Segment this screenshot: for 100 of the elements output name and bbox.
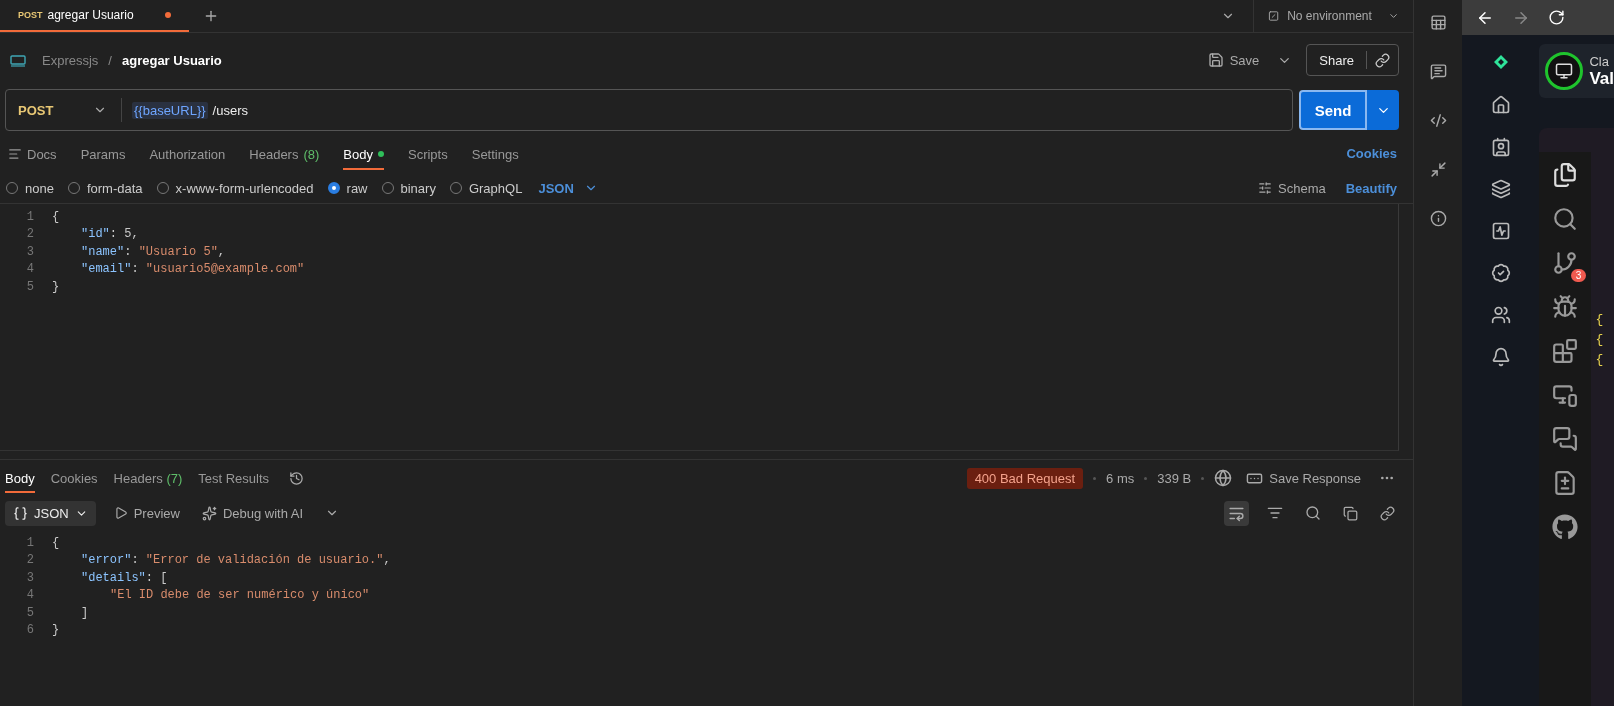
reload-icon[interactable]	[1548, 9, 1565, 26]
line-number: 3	[25, 570, 35, 585]
save-icon	[1207, 52, 1224, 68]
send-options-button[interactable]	[1367, 90, 1400, 130]
status-badge: 400 Bad Request	[966, 467, 1084, 489]
body-type-radio[interactable]: GraphQL	[449, 180, 523, 196]
line-number: 3	[25, 244, 35, 259]
schema-button[interactable]: Schema	[1254, 176, 1330, 200]
count-badge: 3	[1570, 269, 1587, 282]
request-section-tab[interactable]: Settings	[471, 136, 519, 170]
preview-button[interactable]: Preview	[109, 501, 184, 525]
request-section-tab[interactable]: Docs	[8, 136, 57, 170]
code-line: "error": "Error de validación de usuario.",	[81, 553, 391, 568]
history-icon	[289, 470, 305, 486]
request-section-tab[interactable]: Authorization	[149, 136, 226, 170]
bell-icon[interactable]	[1490, 347, 1511, 367]
request-section-tab[interactable]: Scripts	[408, 136, 448, 170]
format-selector[interactable]: JSON	[536, 178, 600, 198]
line-number: 4	[25, 262, 35, 277]
globe-icon	[1214, 469, 1233, 487]
radio-circle[interactable]	[327, 182, 340, 194]
code-icon	[1429, 112, 1447, 129]
sliders-icon	[1258, 181, 1273, 195]
response-time: 6 ms	[1106, 470, 1135, 486]
filter-icon	[1267, 505, 1284, 521]
code-line: ]	[81, 605, 89, 620]
card-title: Cla	[1589, 53, 1610, 69]
send-button[interactable]: Send	[1299, 90, 1368, 130]
line-number: 2	[25, 227, 35, 242]
code-line: "El ID debe de ser numérico y único"	[110, 588, 370, 603]
line-number: 5	[25, 279, 35, 294]
method-selector[interactable]: POST	[6, 98, 122, 122]
search-icon[interactable]	[1552, 206, 1579, 232]
users-icon[interactable]	[1490, 305, 1511, 325]
save-response-button[interactable]: Save Response	[1242, 465, 1366, 491]
line-number: 2	[25, 553, 35, 568]
remote-icon[interactable]	[1552, 382, 1579, 408]
line-number: 1	[25, 535, 35, 550]
layers-icon[interactable]	[1490, 179, 1511, 199]
chart-icon[interactable]	[1490, 221, 1511, 241]
body-type-radio[interactable]: binary	[381, 180, 436, 196]
body-type-radio[interactable]: x-www-form-urlencoded	[156, 180, 314, 196]
sparkles-icon	[201, 505, 217, 521]
response-tab[interactable]: Cookies	[50, 463, 98, 493]
search-icon	[1305, 505, 1322, 521]
badge-icon[interactable]	[1490, 263, 1511, 283]
course-card[interactable]: Cla Val	[1539, 44, 1614, 98]
response-tab[interactable]: Body	[5, 463, 35, 493]
request-section-tab[interactable]: Headers (8)	[249, 136, 320, 170]
crossed-square-icon	[1268, 9, 1280, 23]
code-fragment: {	[1595, 352, 1605, 367]
tab-title: agregar Usuario	[47, 8, 134, 22]
copy-icon	[1343, 505, 1359, 521]
request-section-tab[interactable]: Params	[80, 136, 126, 170]
line-number: 6	[25, 623, 35, 638]
response-tab[interactable]: Test Results	[198, 463, 270, 493]
body-type-radio[interactable]: none	[6, 180, 54, 196]
code-line: "name": "Usuario 5",	[81, 244, 226, 259]
body-type-radio[interactable]: form-data	[67, 180, 143, 196]
code-line: "email": "usuario5@example.com"	[81, 262, 305, 277]
code-line: {	[52, 209, 60, 224]
play-icon	[113, 506, 128, 520]
response-format-selector[interactable]: JSON	[5, 500, 96, 526]
body-type-radio[interactable]: raw	[327, 180, 368, 196]
link-icon	[1380, 505, 1396, 521]
cookies-link[interactable]: Cookies	[1344, 143, 1400, 163]
chat-icon[interactable]	[1552, 426, 1579, 452]
request-section-tab[interactable]: Body	[343, 136, 384, 170]
beautify-button[interactable]: Beautify	[1343, 178, 1400, 198]
blocks-icon[interactable]	[1552, 338, 1579, 364]
collection-link[interactable]: Expressjs	[42, 52, 99, 68]
files-icon[interactable]	[1552, 162, 1579, 188]
braces-icon	[13, 505, 28, 521]
request-tab[interactable]: POST agregar Usuario	[0, 0, 189, 32]
code-line: }	[52, 623, 60, 638]
method-label: POST	[18, 10, 43, 20]
contact-icon[interactable]	[1490, 137, 1511, 157]
monitor-icon	[1555, 62, 1574, 80]
bug-icon[interactable]	[1552, 294, 1579, 320]
code-line: }	[52, 279, 60, 294]
line-number: 4	[25, 588, 35, 603]
wrap-button[interactable]	[1224, 500, 1250, 526]
card-subtitle: Val	[1589, 68, 1614, 89]
code-line: "id": 5,	[81, 227, 139, 242]
line-number: 5	[25, 605, 35, 620]
collapse-arrows-icon	[1429, 161, 1447, 178]
home-icon[interactable]	[1490, 95, 1511, 115]
code-line: "details": [	[81, 570, 168, 585]
code-fragment: {	[1595, 332, 1605, 347]
link-icon	[1375, 52, 1391, 68]
request-title: agregar Usuario	[122, 52, 222, 68]
response-size: 339 B	[1157, 470, 1192, 486]
line-number: 1	[25, 209, 35, 224]
github-icon[interactable]	[1552, 514, 1579, 540]
table-icon	[1429, 14, 1447, 31]
comment-icon	[1429, 63, 1447, 80]
lines-icon	[8, 147, 22, 161]
debug-button[interactable]: Debug with AI	[197, 501, 308, 525]
response-tab[interactable]: Headers (7)	[113, 463, 183, 493]
save-button[interactable]: Save	[1203, 48, 1264, 72]
